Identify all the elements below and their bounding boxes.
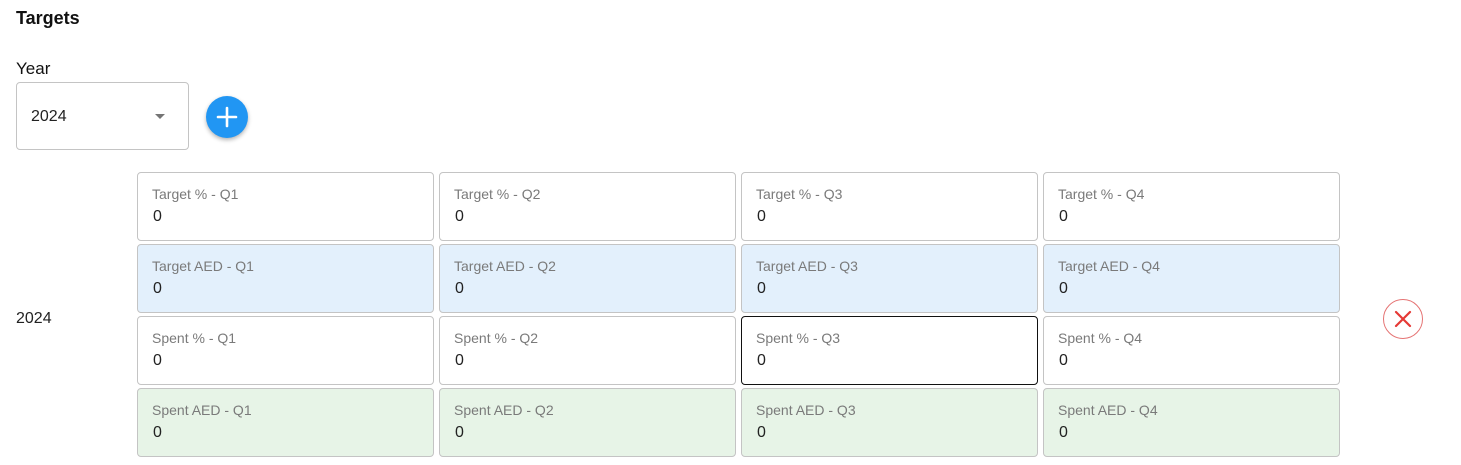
field-value: 0	[757, 280, 766, 297]
target-pct-q4-field[interactable]: Target % - Q4 0	[1043, 172, 1340, 241]
field-value: 0	[455, 280, 464, 297]
field-label: Target AED - Q3	[756, 258, 858, 274]
section-title: Targets	[16, 8, 80, 28]
field-label: Target % - Q4	[1058, 186, 1145, 202]
field-value: 0	[1059, 208, 1068, 225]
year-select-value: 2024	[31, 108, 67, 125]
row-year-label: 2024	[16, 310, 52, 327]
field-value: 0	[455, 424, 464, 441]
delete-row-button[interactable]	[1383, 299, 1423, 339]
field-value: 0	[1059, 352, 1068, 369]
year-select[interactable]: 2024	[16, 82, 189, 150]
field-label: Target % - Q1	[152, 186, 239, 202]
field-label: Spent AED - Q1	[152, 402, 252, 418]
field-label: Spent % - Q1	[152, 330, 237, 346]
close-icon	[1394, 310, 1412, 328]
field-label: Spent % - Q3	[756, 330, 841, 346]
field-value: 0	[153, 208, 162, 225]
field-value: 0	[455, 352, 464, 369]
field-label: Spent % - Q2	[454, 330, 539, 346]
target-aed-q4-field[interactable]: Target AED - Q4 0	[1043, 244, 1340, 313]
field-label: Spent AED - Q2	[454, 402, 554, 418]
field-label: Target % - Q2	[454, 186, 541, 202]
spent-pct-q3-field[interactable]: Spent % - Q3 0	[741, 316, 1038, 385]
field-label: Target % - Q3	[756, 186, 843, 202]
target-aed-q1-field[interactable]: Target AED - Q1 0	[137, 244, 434, 313]
field-value: 0	[153, 424, 162, 441]
target-pct-q2-field[interactable]: Target % - Q2 0	[439, 172, 736, 241]
field-label: Spent AED - Q3	[756, 402, 856, 418]
field-label: Spent AED - Q4	[1058, 402, 1158, 418]
spent-aed-q2-field[interactable]: Spent AED - Q2 0	[439, 388, 736, 457]
target-aed-q3-field[interactable]: Target AED - Q3 0	[741, 244, 1038, 313]
spent-aed-q3-field[interactable]: Spent AED - Q3 0	[741, 388, 1038, 457]
target-pct-q1-field[interactable]: Target % - Q1 0	[137, 172, 434, 241]
field-value: 0	[757, 352, 766, 369]
spent-aed-q4-field[interactable]: Spent AED - Q4 0	[1043, 388, 1340, 457]
field-value: 0	[757, 424, 766, 441]
field-label: Target AED - Q2	[454, 258, 556, 274]
field-label: Target AED - Q4	[1058, 258, 1160, 274]
year-label: Year	[16, 59, 51, 78]
field-label: Spent % - Q4	[1058, 330, 1143, 346]
spent-pct-q4-field[interactable]: Spent % - Q4 0	[1043, 316, 1340, 385]
chevron-down-icon	[155, 114, 165, 119]
spent-pct-q1-field[interactable]: Spent % - Q1 0	[137, 316, 434, 385]
field-value: 0	[153, 280, 162, 297]
field-value: 0	[1059, 424, 1068, 441]
field-value: 0	[1059, 280, 1068, 297]
target-aed-q2-field[interactable]: Target AED - Q2 0	[439, 244, 736, 313]
plus-icon	[216, 106, 238, 128]
add-year-button[interactable]	[206, 96, 248, 138]
field-label: Target AED - Q1	[152, 258, 254, 274]
field-value: 0	[757, 208, 766, 225]
field-value: 0	[153, 352, 162, 369]
targets-grid: Target % - Q1 0 Target % - Q2 0 Target %…	[137, 172, 1340, 457]
field-value: 0	[455, 208, 464, 225]
target-pct-q3-field[interactable]: Target % - Q3 0	[741, 172, 1038, 241]
spent-aed-q1-field[interactable]: Spent AED - Q1 0	[137, 388, 434, 457]
spent-pct-q2-field[interactable]: Spent % - Q2 0	[439, 316, 736, 385]
